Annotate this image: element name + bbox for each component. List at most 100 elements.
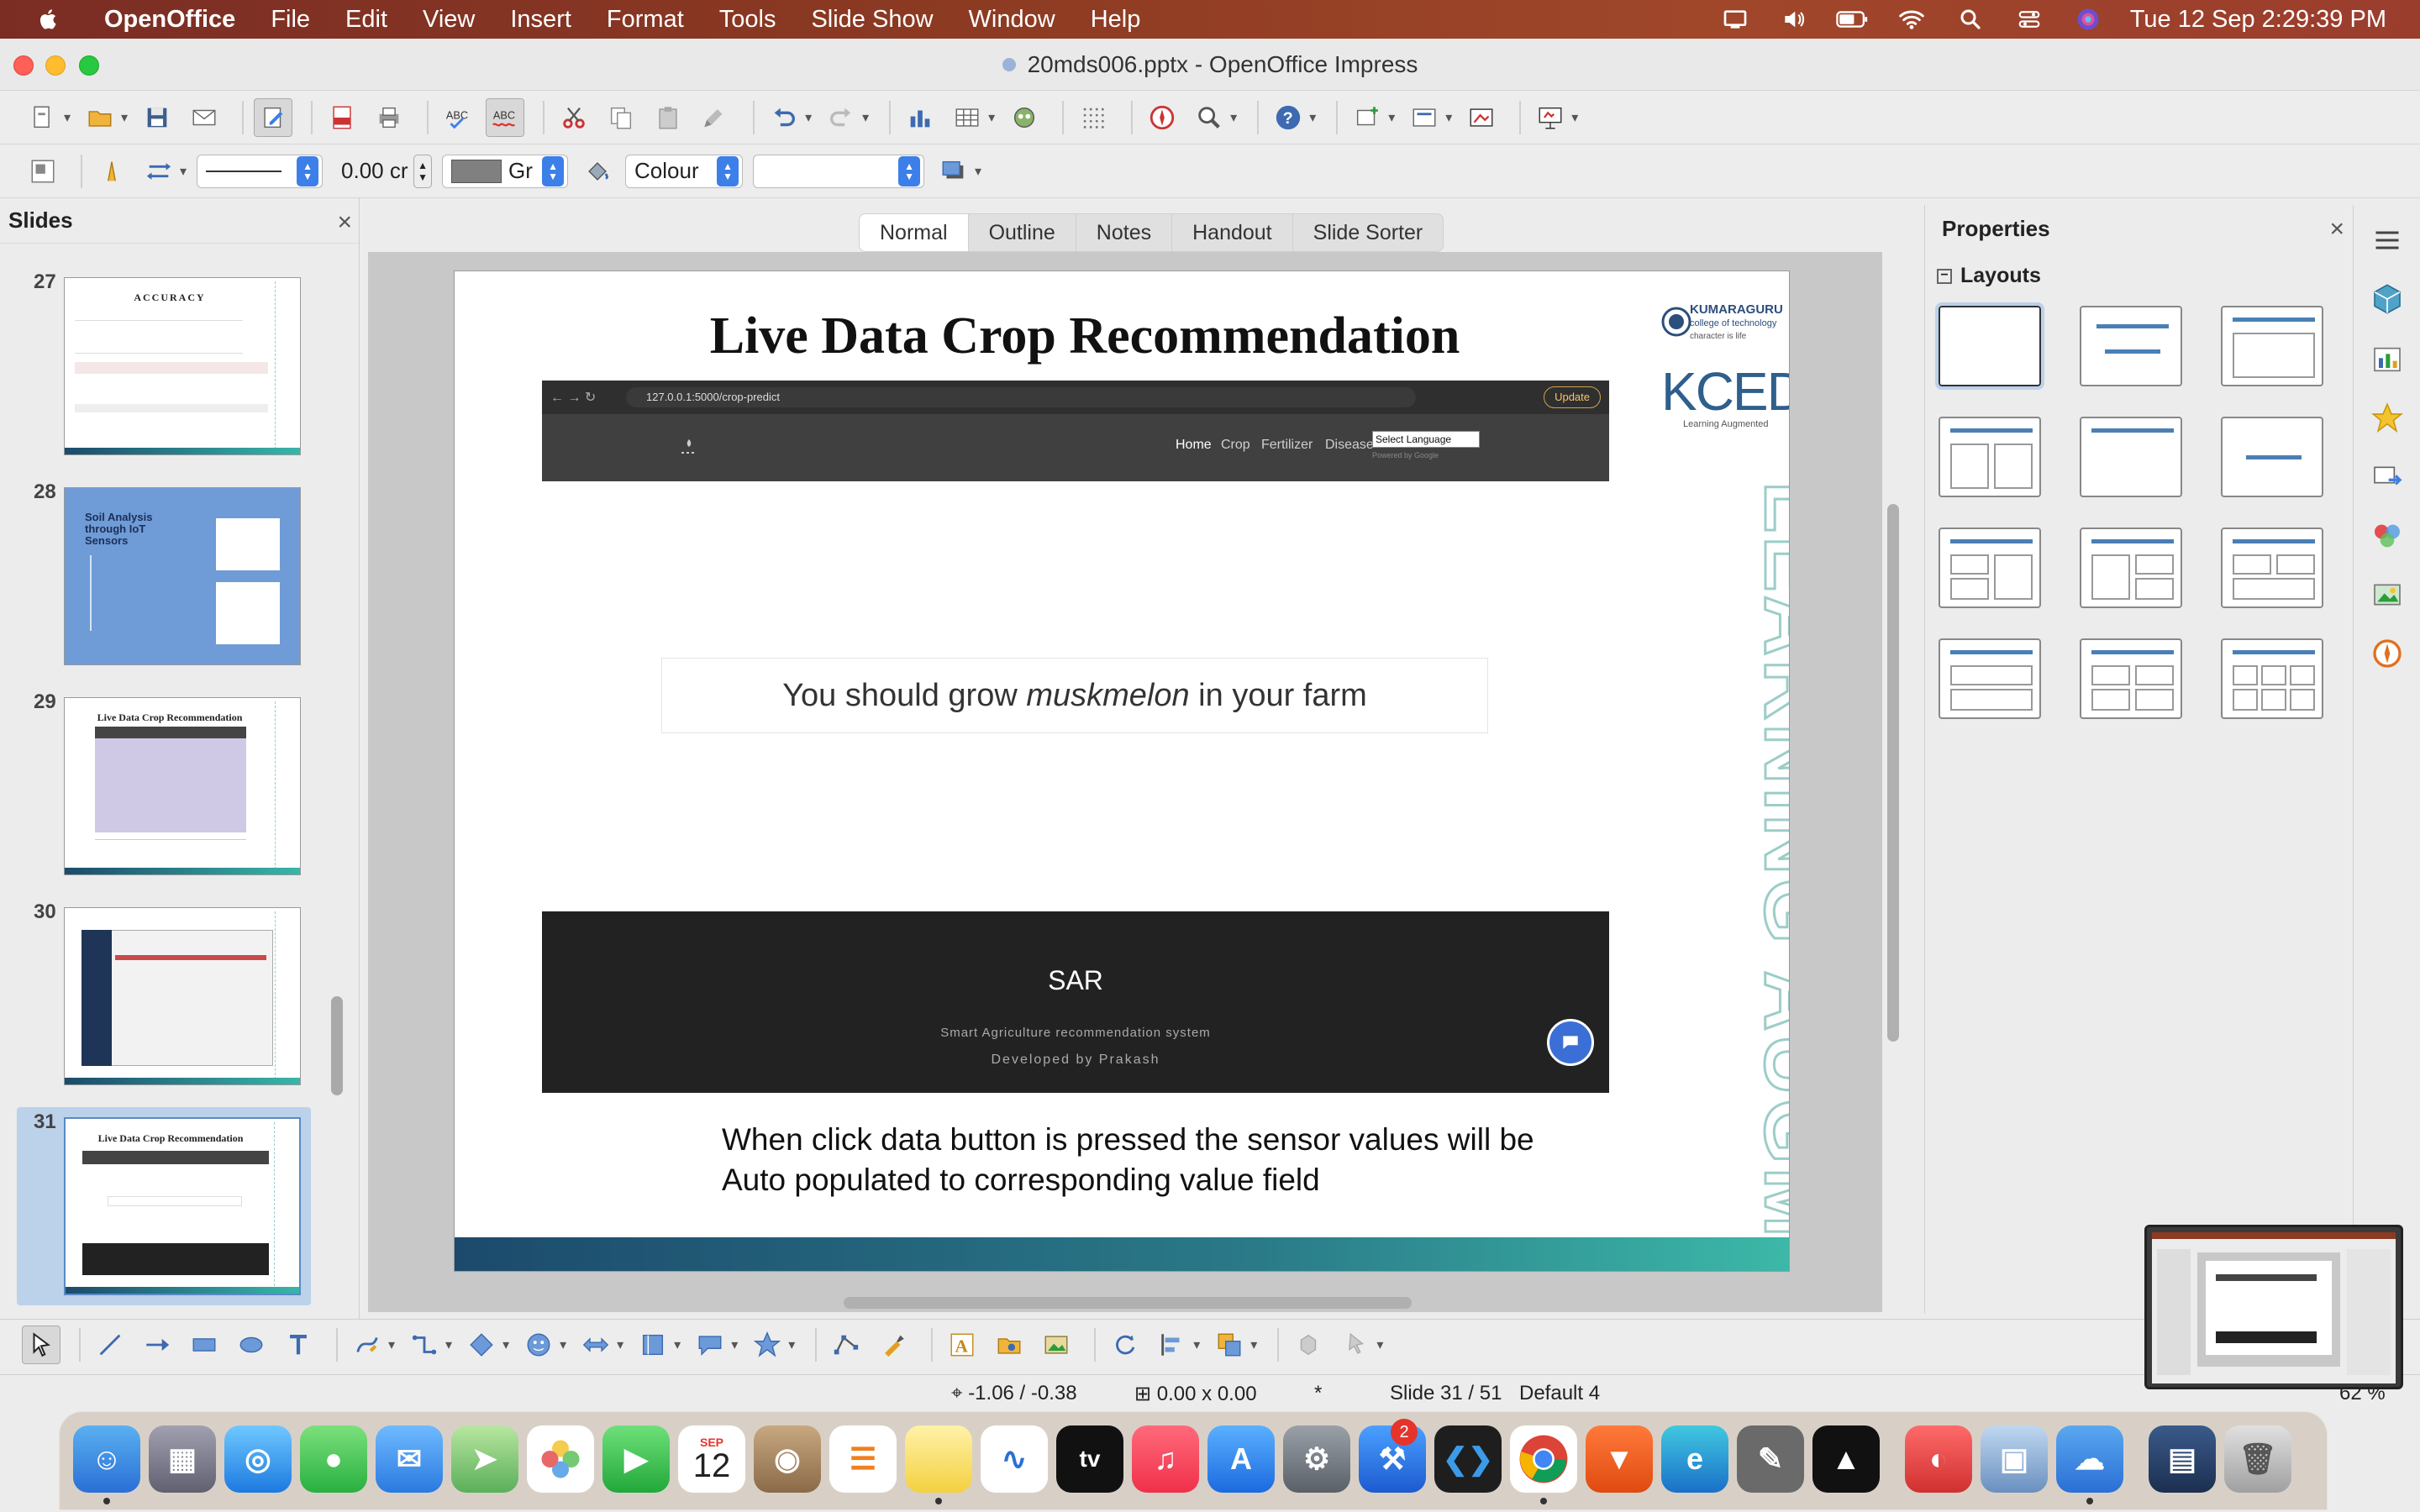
extrusion-on-off-icon[interactable] bbox=[1289, 1326, 1328, 1364]
menu-view[interactable]: View bbox=[423, 6, 475, 34]
text-tool-icon[interactable] bbox=[279, 1326, 318, 1364]
line-width-field[interactable]: 0.00 cr ▲ ▼ bbox=[333, 154, 433, 188]
edit-area-horizontal-scrollbar[interactable] bbox=[844, 1297, 1412, 1309]
select-pointer-icon[interactable] bbox=[22, 1325, 60, 1364]
menu-slide-show[interactable]: Slide Show bbox=[811, 6, 933, 34]
new-slide-icon[interactable] bbox=[1348, 98, 1386, 137]
layout-title-two-content-over-content[interactable] bbox=[2221, 528, 2323, 608]
inkscape-icon[interactable]: ▲ bbox=[1812, 1425, 1880, 1493]
edit-area-vertical-scrollbar[interactable] bbox=[1887, 504, 1899, 1042]
vscode-icon[interactable]: ❮❯ bbox=[1434, 1425, 1502, 1493]
layout-blank[interactable] bbox=[1935, 302, 2044, 390]
slide-title[interactable]: Live Data Crop Recommendation bbox=[455, 307, 1715, 366]
edit-file-icon[interactable] bbox=[254, 97, 293, 137]
zoom-icon[interactable] bbox=[1190, 98, 1228, 137]
line-arrow-tool-icon[interactable] bbox=[138, 1326, 176, 1364]
sidebar-menu-icon[interactable] bbox=[2367, 220, 2407, 260]
properties-close-icon[interactable]: × bbox=[2329, 215, 2344, 244]
layout-title-content-and-two-content[interactable] bbox=[2080, 528, 2182, 608]
siri-icon[interactable] bbox=[2071, 3, 2105, 36]
slide-layout-dropdown-arrow[interactable]: ▾ bbox=[1445, 109, 1452, 126]
messages-icon[interactable]: ● bbox=[300, 1425, 367, 1493]
symbol-shapes-dropdown-arrow[interactable]: ▾ bbox=[560, 1336, 566, 1353]
notes-icon[interactable] bbox=[905, 1425, 972, 1493]
glue-points-icon[interactable] bbox=[874, 1326, 913, 1364]
save-icon[interactable] bbox=[138, 98, 176, 137]
arrange-dropdown-arrow[interactable]: ▾ bbox=[1250, 1336, 1257, 1353]
open-folder-icon[interactable] bbox=[81, 98, 119, 137]
photo-booth-icon[interactable]: ◐ bbox=[1905, 1425, 1972, 1493]
curve-dropdown-arrow[interactable]: ▾ bbox=[388, 1336, 395, 1353]
master-page-indicator[interactable]: Default 4 bbox=[1519, 1382, 1600, 1405]
photos-icon[interactable] bbox=[527, 1425, 594, 1493]
menu-tools[interactable]: Tools bbox=[719, 6, 776, 34]
collapse-icon[interactable]: − bbox=[1937, 268, 1952, 284]
connector-dropdown-arrow[interactable]: ▾ bbox=[445, 1336, 452, 1353]
launchpad-icon[interactable]: ▦ bbox=[149, 1425, 216, 1493]
line-color-stepper[interactable]: ▲ ▼ bbox=[542, 155, 565, 186]
control-center-icon[interactable] bbox=[2012, 3, 2046, 36]
slide-thumbnail-28[interactable]: 28 Soil Analysis through IoT Sensors bbox=[0, 480, 336, 674]
tab-notes[interactable]: Notes bbox=[1076, 214, 1173, 251]
layout-title-content-over-content[interactable] bbox=[1939, 638, 2041, 719]
paste-icon[interactable] bbox=[649, 98, 687, 137]
clone-formatting-icon[interactable] bbox=[696, 98, 734, 137]
mail-icon[interactable]: ✉ bbox=[376, 1425, 443, 1493]
menu-bar-clock[interactable]: Tue 12 Sep 2:29:39 PM bbox=[2130, 6, 2386, 34]
layout-title-only[interactable] bbox=[2080, 417, 2182, 497]
master-pages-deck-icon[interactable] bbox=[2367, 457, 2407, 497]
area-fill-icon[interactable] bbox=[578, 152, 617, 191]
line-style-stepper[interactable]: ▲ ▼ bbox=[297, 155, 319, 186]
flowchart-dropdown-arrow[interactable]: ▾ bbox=[674, 1336, 681, 1353]
gallery-icon[interactable] bbox=[1037, 1326, 1076, 1364]
points-edit-icon[interactable] bbox=[827, 1326, 865, 1364]
menu-file[interactable]: File bbox=[271, 6, 310, 34]
document-modified-indicator[interactable]: * bbox=[1314, 1382, 1322, 1405]
slide-caption[interactable]: When click data button is pressed the se… bbox=[722, 1120, 1612, 1200]
openoffice-icon[interactable]: ☁ bbox=[2056, 1425, 2123, 1493]
app-menu-openoffice[interactable]: OpenOffice bbox=[104, 6, 235, 34]
new-slide-dropdown-arrow[interactable]: ▾ bbox=[1388, 109, 1395, 126]
block-arrows-icon[interactable] bbox=[576, 1326, 615, 1364]
area-fill-select[interactable]: ▲ ▼ bbox=[753, 154, 925, 188]
slide-design-icon[interactable] bbox=[1462, 98, 1501, 137]
slide-transition-deck-icon[interactable] bbox=[2367, 339, 2407, 380]
line-tool-icon[interactable] bbox=[91, 1326, 129, 1364]
layout-title-two-content[interactable] bbox=[1939, 417, 2041, 497]
slide-thumbnail-29[interactable]: 29 Live Data Crop Recommendation bbox=[0, 690, 336, 884]
slide-layout-icon[interactable] bbox=[1405, 98, 1444, 137]
slide-thumbnail-30[interactable]: 30 bbox=[0, 900, 336, 1094]
flowchart-icon[interactable] bbox=[634, 1326, 672, 1364]
gimp-icon[interactable]: ✎ bbox=[1737, 1425, 1804, 1493]
table-dropdown-arrow[interactable]: ▾ bbox=[988, 109, 995, 126]
email-icon[interactable] bbox=[185, 98, 224, 137]
layout-centered-text[interactable] bbox=[2221, 417, 2323, 497]
line-width-stepper[interactable]: ▲ ▼ bbox=[413, 154, 433, 188]
layout-title-slide[interactable] bbox=[2080, 306, 2182, 386]
system-settings-icon[interactable]: ⚙ bbox=[1283, 1425, 1350, 1493]
slide-thumbnail-31[interactable]: 31 Live Data Crop Recommendation bbox=[0, 1110, 336, 1304]
layouts-section-header[interactable]: − Layouts bbox=[1937, 264, 2041, 288]
fontwork-gallery-icon[interactable]: A bbox=[943, 1326, 981, 1364]
gallery-deck-icon[interactable] bbox=[2367, 575, 2407, 615]
battery-icon[interactable] bbox=[1836, 3, 1870, 36]
navigator-icon[interactable] bbox=[1143, 98, 1181, 137]
menu-help[interactable]: Help bbox=[1091, 6, 1141, 34]
chrome-icon[interactable] bbox=[1510, 1425, 1577, 1493]
slides-pane-close-icon[interactable]: × bbox=[337, 208, 352, 237]
auto-spellcheck-icon[interactable]: ABC bbox=[486, 97, 525, 137]
export-pdf-icon[interactable] bbox=[323, 98, 361, 137]
safari-icon[interactable]: ◎ bbox=[224, 1425, 292, 1493]
rectangle-tool-icon[interactable] bbox=[185, 1326, 224, 1364]
spotlight-icon[interactable] bbox=[1954, 3, 1987, 36]
preview-icon[interactable]: ▣ bbox=[1981, 1425, 2048, 1493]
show-draw-functions-icon[interactable] bbox=[1005, 98, 1044, 137]
copy-icon[interactable] bbox=[602, 98, 640, 137]
menu-window[interactable]: Window bbox=[969, 6, 1055, 34]
menu-format[interactable]: Format bbox=[607, 6, 684, 34]
slides-pane-scrollbar[interactable] bbox=[331, 996, 343, 1095]
maps-icon[interactable]: ➤ bbox=[451, 1425, 518, 1493]
spellcheck-icon[interactable]: ABC bbox=[439, 98, 477, 137]
window-minimize-button[interactable] bbox=[45, 55, 66, 76]
arrange-icon[interactable] bbox=[1210, 1326, 1249, 1364]
